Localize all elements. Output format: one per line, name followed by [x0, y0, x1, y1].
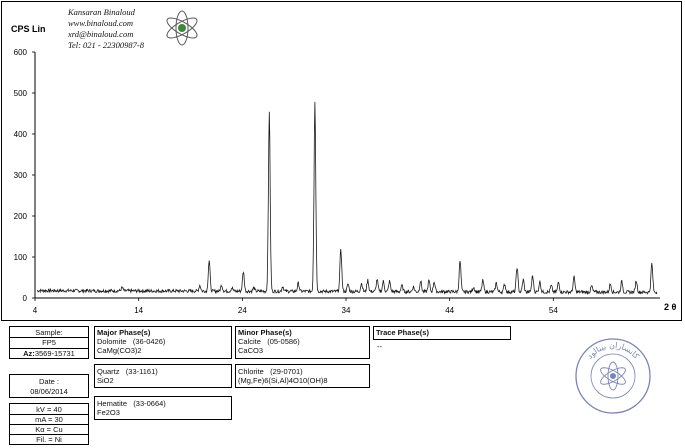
x-tick-label: 14 [134, 306, 143, 315]
quartz-name: Quartz [97, 367, 120, 376]
phone-number: Tel: 021 - 22300987-8 [68, 40, 144, 50]
x-axis-label: 2 θ [664, 302, 677, 312]
y-tick-label: 0 [23, 294, 28, 303]
date-box: Date : 08/06/2014 [9, 374, 89, 398]
company-stamp: کانساران بینالود [575, 338, 651, 414]
x-tick-label: 44 [445, 306, 454, 315]
ma-value: mA = 30 [35, 415, 63, 424]
chlorite-code: (29-0701) [270, 367, 303, 376]
trace-phase-title: Trace Phase(s) [376, 328, 429, 337]
chart-frame: CPS Lin 4 14 24 34 44 54 0 100 200 300 400 500 600 … [1, 1, 682, 321]
fil-value: Fil. = Ni [36, 435, 62, 444]
website-link[interactable]: www.binaloud.com [68, 18, 133, 29]
chlorite-entry: Chlorite (29-0701) [236, 365, 369, 376]
x-tick-label: 34 [342, 306, 351, 315]
quartz-entry: Quartz (33-1161) [95, 365, 231, 376]
major-phase-quartz-box: Quartz (33-1161) SiO2 [94, 364, 232, 388]
atom-logo [166, 10, 198, 46]
chlorite-formula: (Mg,Fe)6(Si,Al)4O10(OH)8 [238, 376, 328, 385]
company-name: Kansaran Binaloud [68, 7, 135, 17]
chlorite-name: Chlorite [238, 367, 264, 376]
minor-phase-calcite-box: Minor Phase(s) Calcite (05-0586) CaCO3 [235, 326, 370, 359]
y-tick-label: 600 [14, 48, 28, 57]
hematite-entry: Hematite (33-0664) [95, 397, 231, 408]
x-tick-label: 24 [238, 306, 247, 315]
calcite-formula: CaCO3 [238, 346, 264, 355]
major-phase-title: Major Phase(s) [97, 328, 151, 337]
y-tick-label: 500 [14, 89, 28, 98]
date-label: Date : [38, 377, 59, 386]
hematite-code: (33-0664) [133, 399, 166, 408]
y-tick-label: 400 [14, 130, 28, 139]
quartz-formula: SiO2 [97, 376, 114, 385]
minor-phase-chlorite-box: Chlorite (29-0701) (Mg,Fe)6(Si,Al)4O10(O… [235, 364, 370, 388]
quartz-code: (33-1161) [125, 367, 158, 376]
x-tick-label: 54 [549, 306, 558, 315]
sample-label: Sample: [35, 328, 63, 337]
ka-value: Kα = Cu [35, 425, 63, 434]
dolomite-name: Dolomite [97, 337, 127, 346]
calcite-name: Calcite [238, 337, 261, 346]
hematite-name: Hematite [97, 399, 128, 408]
az-value: 3569-15731 [34, 349, 75, 358]
y-tick-label: 300 [14, 171, 28, 180]
trace-phase-value: -- [377, 342, 382, 351]
dolomite-entry: Dolomite (36-0426) [95, 337, 231, 346]
calcite-entry: Calcite (05-0586) [236, 337, 369, 346]
date-value: 08/06/2014 [30, 387, 68, 396]
major-phase-hematite-box: Hematite (33-0664) Fe2O3 [94, 396, 232, 420]
dolomite-formula: CaMg(CO3)2 [97, 346, 142, 355]
hematite-formula: Fe2O3 [97, 408, 120, 417]
kv-value: kV = 40 [36, 405, 62, 414]
az-label: Az: [23, 349, 35, 358]
diffraction-pattern-line [36, 101, 658, 296]
x-tick-label: 4 [33, 306, 38, 315]
major-phase-dolomite-box: Major Phase(s) Dolomite (36-0426) CaMg(C… [94, 326, 232, 359]
y-axis-label: CPS Lin [11, 24, 46, 34]
y-tick-label: 100 [14, 253, 28, 262]
y-tick-label: 200 [14, 212, 28, 221]
dolomite-code: (36-0426) [132, 337, 166, 346]
calcite-code: (05-0586) [267, 337, 300, 346]
trace-phase-box: Trace Phase(s) [373, 326, 511, 340]
instrument-box: kV = 40 mA = 30 Kα = Cu Fil. = Ni [9, 403, 89, 445]
sample-box: Sample: FP5 Az:3569-15731 [9, 326, 89, 359]
sample-value: FP5 [42, 338, 56, 347]
az-number: Az:3569-15731 [10, 349, 88, 358]
minor-phase-title: Minor Phase(s) [238, 328, 292, 337]
email-link[interactable]: xrd@binaloud.com [68, 29, 133, 40]
